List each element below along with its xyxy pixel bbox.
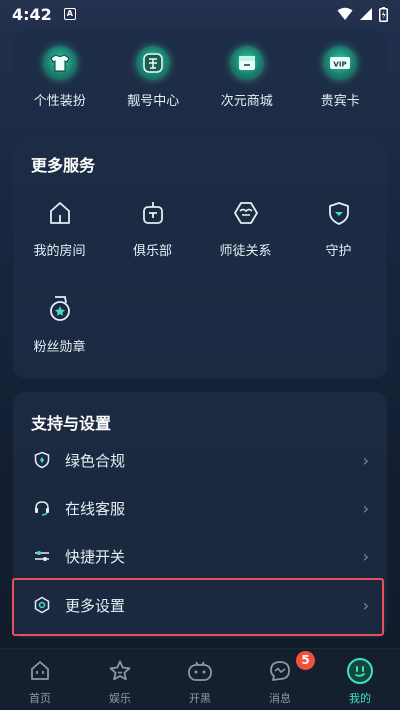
shortcuts-card: 个性装扮 靓号中心 次元商城 VIP 贵宾卡 xyxy=(13,30,387,120)
services-title: 更多服务 xyxy=(31,156,96,175)
headset-icon xyxy=(33,499,51,517)
status-time: 4:42 xyxy=(12,4,52,24)
tab-label: 首页 xyxy=(29,692,51,705)
status-bar: 4:42 A xyxy=(0,0,400,28)
shortcut-personal-dressup[interactable]: 个性装扮 xyxy=(13,30,107,120)
service-label: 我的房间 xyxy=(33,244,86,259)
shortcut-dimension-mall[interactable]: 次元商城 xyxy=(200,30,294,120)
shop-icon xyxy=(229,46,264,80)
gamepad-icon xyxy=(186,657,214,685)
chevron-right-icon: › xyxy=(362,498,369,518)
tab-entertainment[interactable]: 娱乐 xyxy=(80,649,160,710)
message-icon xyxy=(266,657,294,685)
home-icon xyxy=(26,657,54,685)
bottom-tab-bar: 首页 娱乐 开黑 5 消息 我的 xyxy=(0,648,400,710)
settings-title: 支持与设置 xyxy=(31,414,112,433)
service-my-room[interactable]: 我的房间 xyxy=(13,198,106,259)
service-fan-medal[interactable]: 粉丝勋章 xyxy=(13,294,106,355)
profile-icon xyxy=(346,657,374,685)
chevron-right-icon: › xyxy=(362,546,369,566)
tab-label: 消息 xyxy=(269,692,291,705)
settings-label: 在线客服 xyxy=(65,499,126,518)
shield-icon xyxy=(324,198,354,228)
switch-icon xyxy=(33,547,51,565)
tab-team-up[interactable]: 开黑 xyxy=(160,649,240,710)
liang-badge-icon xyxy=(136,46,171,80)
service-guard[interactable]: 守护 xyxy=(292,198,385,259)
chevron-right-icon: › xyxy=(362,450,369,470)
settings-label: 快捷开关 xyxy=(65,547,126,566)
shortcut-label: 贵宾卡 xyxy=(320,94,360,109)
service-label: 粉丝勋章 xyxy=(33,340,86,355)
service-label: 守护 xyxy=(325,244,352,259)
service-label: 师徒关系 xyxy=(219,244,272,259)
settings-row-green-compliance[interactable]: 绿色合规 › xyxy=(13,437,387,483)
shortcut-number-center[interactable]: 靓号中心 xyxy=(107,30,201,120)
tab-label: 开黑 xyxy=(189,692,211,705)
battery-icon xyxy=(379,6,388,22)
service-club[interactable]: 俱乐部 xyxy=(106,198,199,259)
club-icon xyxy=(138,198,168,228)
tab-home[interactable]: 首页 xyxy=(0,649,80,710)
service-mentor[interactable]: 师徒关系 xyxy=(199,198,292,259)
services-card: 更多服务 我的房间 俱乐部 师徒关系 守护 粉丝勋章 xyxy=(13,136,387,378)
tab-label: 娱乐 xyxy=(109,692,131,705)
shortcut-vip-card[interactable]: VIP 贵宾卡 xyxy=(294,30,388,120)
tab-profile[interactable]: 我的 xyxy=(320,649,400,710)
medal-icon xyxy=(45,294,75,324)
shortcut-label: 个性装扮 xyxy=(33,94,86,109)
settings-row-quick-switch[interactable]: 快捷开关 › xyxy=(13,533,387,579)
highlight-box xyxy=(12,578,384,636)
settings-label: 绿色合规 xyxy=(65,451,126,470)
service-label: 俱乐部 xyxy=(132,244,172,259)
svg-text:VIP: VIP xyxy=(334,61,347,69)
signal-icon xyxy=(360,8,372,20)
mentor-icon xyxy=(231,198,261,228)
settings-row-online-service[interactable]: 在线客服 › xyxy=(13,485,387,531)
star-icon xyxy=(106,657,134,685)
compliance-shield-icon xyxy=(33,451,51,469)
tab-label: 我的 xyxy=(349,692,371,705)
unread-badge: 5 xyxy=(296,651,315,670)
shortcut-label: 次元商城 xyxy=(220,94,273,109)
tshirt-icon xyxy=(42,46,77,80)
shortcut-label: 靓号中心 xyxy=(127,94,180,109)
room-icon xyxy=(45,198,75,228)
vip-card-icon: VIP xyxy=(323,46,358,80)
wifi-icon xyxy=(337,7,353,20)
notification-icon: A xyxy=(63,8,76,20)
tab-messages[interactable]: 5 消息 xyxy=(240,649,320,710)
